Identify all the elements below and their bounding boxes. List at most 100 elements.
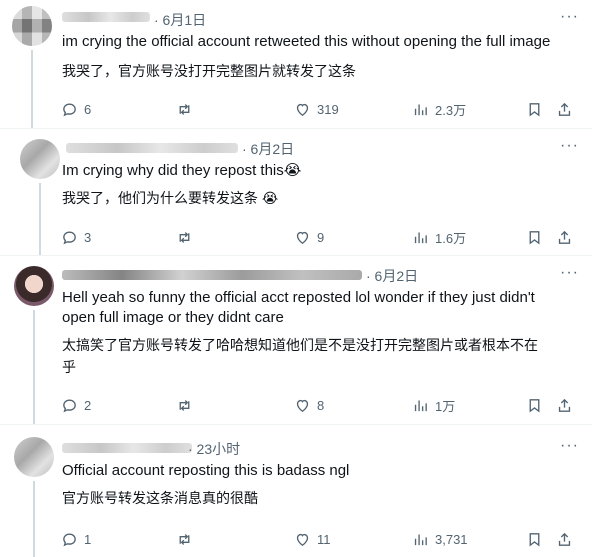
like-icon (296, 399, 309, 412)
more-icon[interactable]: ··· (560, 137, 579, 155)
tweet-translation-line: 太搞笑了官方账号转发了哈哈想知道他们是不是没打开完整图片或者根本不在 (62, 337, 538, 353)
reply-icon (63, 103, 76, 116)
like-button[interactable]: 11 (294, 528, 331, 550)
views-button[interactable]: 1.6万 (412, 226, 466, 248)
avatar[interactable] (14, 437, 54, 477)
views-icon (414, 104, 427, 115)
like-icon (296, 103, 309, 116)
like-count: 8 (317, 397, 325, 413)
tweet-text-line: Hell yeah so funny the official acct rep… (62, 289, 535, 306)
like-icon (296, 533, 309, 546)
author-name[interactable] (62, 443, 192, 453)
tweet-text: Hell yeah so funny the official acct rep… (62, 288, 582, 328)
reply-icon (63, 533, 76, 546)
like-button[interactable]: 8 (294, 394, 324, 416)
like-count: 9 (317, 229, 325, 245)
retweet-icon (179, 399, 190, 411)
author-name[interactable] (62, 12, 150, 22)
bookmark-button[interactable] (526, 528, 543, 550)
views-icon (414, 400, 427, 411)
tweet[interactable]: · 6月2日 ··· Hell yeah so funny the offici… (0, 256, 592, 424)
action-bar: 1 11 3,731 (56, 528, 578, 550)
avatar[interactable] (14, 266, 54, 306)
share-icon (558, 230, 571, 244)
retweet-icon (179, 231, 190, 243)
views-count: 1万 (435, 398, 456, 414)
reply-button[interactable]: 2 (61, 394, 91, 416)
avatar[interactable] (20, 139, 60, 179)
views-count: 1.6万 (435, 230, 467, 246)
action-bar: 6 319 2.3万 (56, 98, 578, 120)
views-button[interactable]: 1万 (412, 394, 455, 416)
tweet-translation: 官方账号转发这条消息真的很酷 (62, 490, 258, 506)
retweet-icon (179, 533, 190, 545)
bookmark-icon (529, 532, 540, 547)
more-icon[interactable]: ··· (560, 264, 579, 282)
avatar[interactable] (12, 6, 52, 46)
share-button[interactable] (556, 226, 573, 248)
reply-count: 6 (84, 101, 92, 117)
thread-line (31, 50, 33, 128)
action-bar: 2 8 1万 (56, 394, 578, 416)
like-button[interactable]: 9 (294, 226, 324, 248)
share-button[interactable] (556, 98, 573, 120)
more-icon[interactable]: ··· (560, 437, 579, 455)
reply-icon (63, 231, 76, 244)
tweet-translation: 我哭了，官方账号没打开完整图片就转发了这条 (62, 63, 356, 79)
more-icon[interactable]: ··· (560, 8, 579, 26)
retweet-button[interactable] (176, 528, 199, 550)
like-button[interactable]: 319 (294, 98, 339, 120)
views-count: 2.3万 (435, 102, 467, 118)
action-bar: 3 9 1.6万 (56, 226, 578, 248)
reply-count: 3 (84, 229, 92, 245)
bookmark-icon (529, 398, 540, 413)
share-button[interactable] (556, 528, 573, 550)
author-name[interactable] (66, 143, 238, 153)
tweet[interactable]: · 23小时 ··· Official account reposting th… (0, 425, 592, 557)
like-icon (296, 231, 309, 244)
share-icon (558, 102, 571, 116)
retweet-button[interactable] (176, 226, 199, 248)
share-icon (558, 532, 571, 546)
bookmark-icon (529, 230, 540, 245)
tweet[interactable]: · 6月2日 ··· Im crying why did they repost… (0, 129, 592, 255)
views-icon (414, 232, 427, 243)
thread-line (39, 183, 41, 255)
tweet-date[interactable]: · 6月2日 (242, 139, 294, 159)
share-button[interactable] (556, 394, 573, 416)
reply-button[interactable]: 3 (61, 226, 91, 248)
like-count: 319 (317, 101, 339, 117)
reply-count: 2 (84, 397, 92, 413)
retweet-button[interactable] (176, 394, 199, 416)
views-icon (414, 534, 427, 545)
bookmark-icon (529, 102, 540, 117)
retweet-button[interactable] (176, 98, 199, 120)
tweet-translation-line: 乎 (62, 359, 76, 375)
reply-button[interactable]: 1 (61, 528, 91, 550)
like-count: 11 (317, 531, 331, 547)
views-button[interactable]: 3,731 (412, 528, 468, 550)
tweet-date[interactable]: · 6月1日 (154, 10, 206, 30)
retweet-icon (179, 103, 190, 115)
tweet-text: Im crying why did they repost this😭 (62, 162, 302, 179)
reply-icon (63, 399, 76, 412)
author-name[interactable] (62, 270, 362, 280)
bookmark-button[interactable] (526, 226, 543, 248)
thread-line (33, 310, 35, 424)
share-icon (558, 398, 571, 412)
tweet-text: im crying the official account retweeted… (62, 33, 551, 50)
reply-count: 1 (84, 531, 92, 547)
tweet[interactable]: · 6月1日 ··· im crying the official accoun… (0, 0, 592, 128)
tweet-text-line: open full image or they didnt care (62, 309, 284, 326)
bookmark-button[interactable] (526, 394, 543, 416)
tweet-date[interactable]: · 6月2日 (366, 266, 418, 286)
views-count: 3,731 (435, 531, 468, 547)
reply-button[interactable]: 6 (61, 98, 91, 120)
bookmark-button[interactable] (526, 98, 543, 120)
thread-line (33, 481, 35, 557)
tweet-translation: 太搞笑了官方账号转发了哈哈想知道他们是不是没打开完整图片或者根本不在 乎 (62, 334, 582, 378)
tweet-date[interactable]: · 23小时 (188, 439, 240, 459)
views-button[interactable]: 2.3万 (412, 98, 466, 120)
tweet-translation: 我哭了，他们为什么要转发这条 😭 (62, 190, 279, 206)
tweet-text: Official account reposting this is badas… (62, 462, 350, 479)
